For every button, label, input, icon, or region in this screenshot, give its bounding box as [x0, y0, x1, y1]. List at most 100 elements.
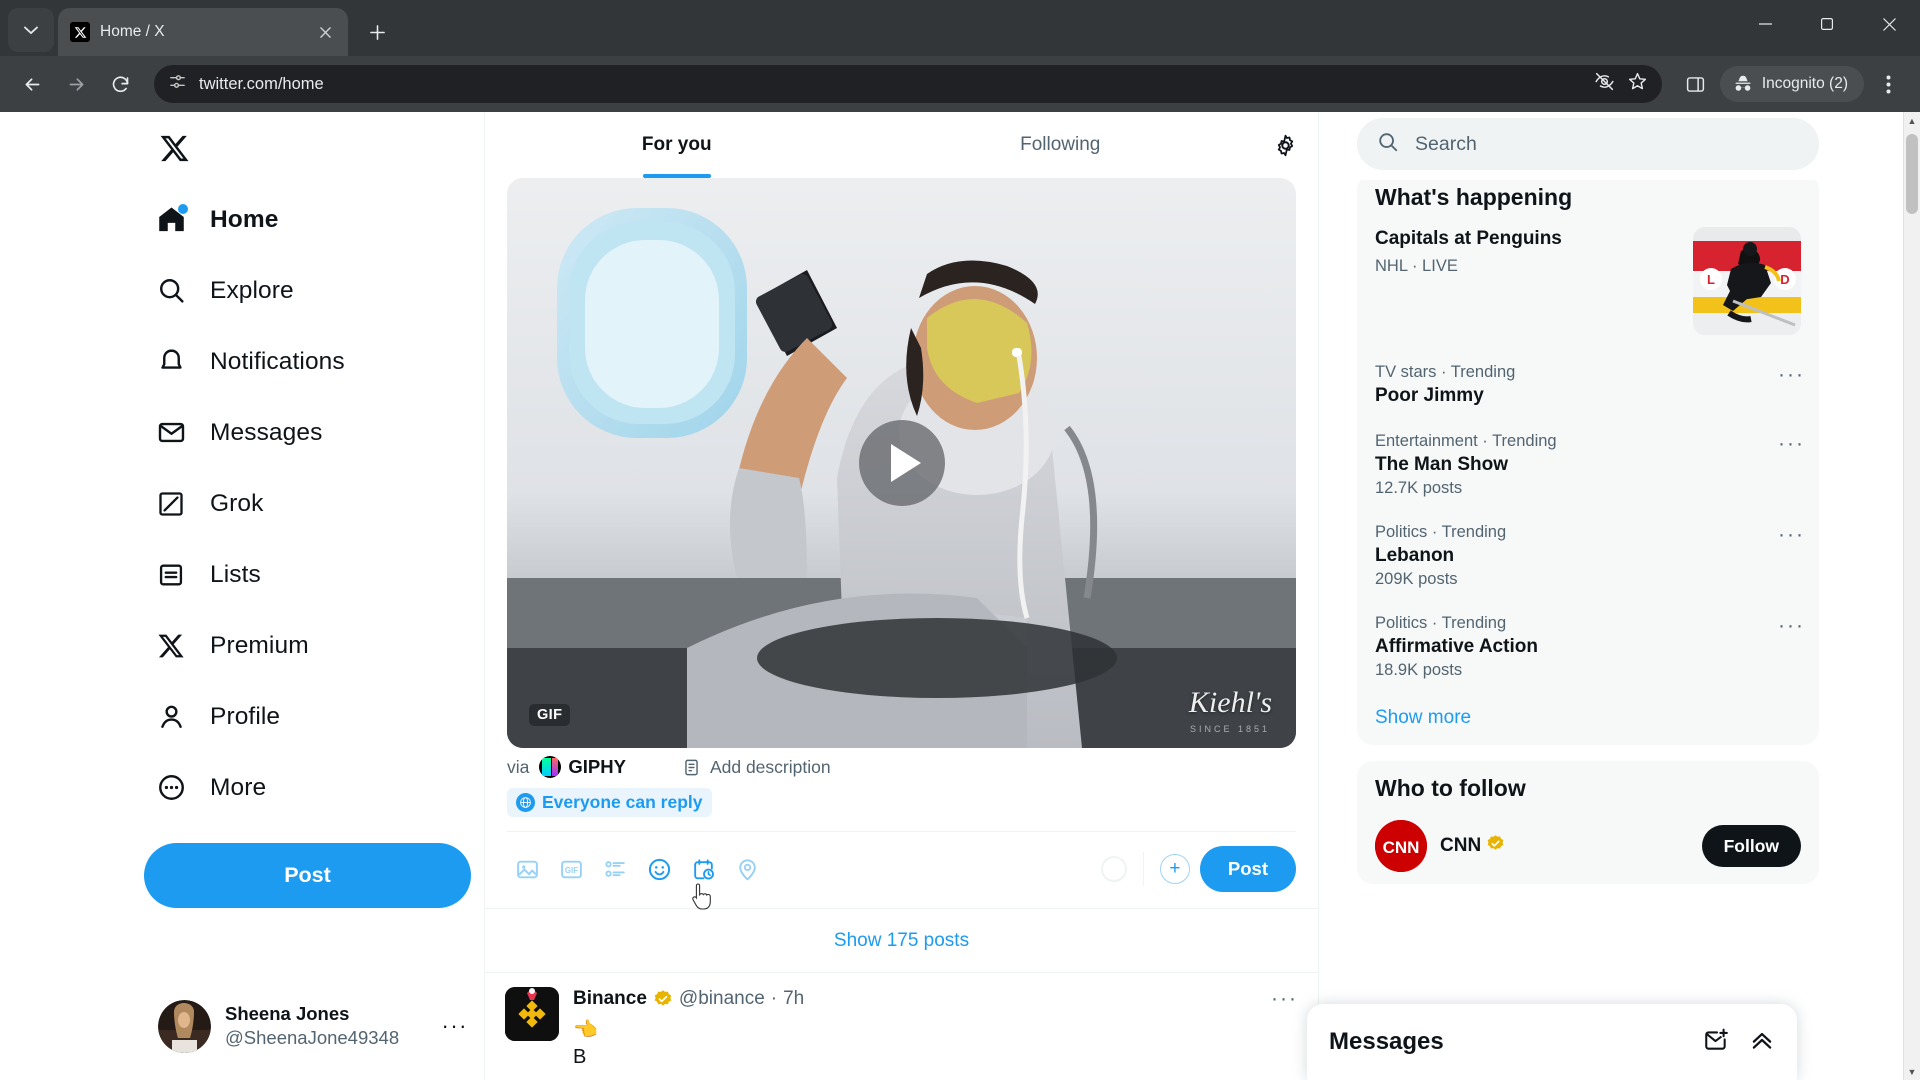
lists-icon [152, 556, 190, 594]
scroll-down-arrow[interactable]: ▼ [1904, 1063, 1920, 1080]
browser-toolbar: twitter.com/home Incognito (2) [0, 56, 1920, 112]
avatar[interactable] [505, 987, 559, 1041]
trend-item[interactable]: TV stars · Trending Poor Jimmy ··· [1357, 351, 1819, 420]
scrollbar-thumb[interactable] [1906, 134, 1918, 214]
messages-dock[interactable]: Messages [1307, 1004, 1797, 1080]
maximize-button[interactable] [1796, 0, 1858, 48]
timeline-post[interactable]: Binance @binance · 7h ··· 👈 B [485, 972, 1318, 1071]
post-more-icon[interactable]: ··· [1271, 987, 1298, 1011]
composer-toolbar: GIF + Post [485, 832, 1318, 908]
address-bar[interactable]: twitter.com/home [154, 65, 1662, 103]
window-controls [1734, 0, 1920, 48]
sidebar-item-notifications[interactable]: Notifications [144, 326, 359, 397]
giphy-icon [539, 756, 562, 778]
trend-more-icon[interactable]: ··· [1778, 363, 1805, 387]
forward-arrow-icon[interactable] [56, 64, 96, 104]
site-settings-icon[interactable] [168, 72, 187, 96]
bell-icon [152, 343, 190, 381]
reply-scope-button[interactable]: Everyone can reply [507, 788, 712, 817]
minimize-button[interactable] [1734, 0, 1796, 48]
page-scrollbar[interactable]: ▲ ▼ [1903, 112, 1920, 1080]
search-input[interactable]: Search [1357, 118, 1819, 170]
account-handle: @SheenaJone49348 [225, 1027, 400, 1048]
emoji-icon[interactable] [637, 847, 681, 891]
chevron-down-icon [24, 26, 38, 34]
trend-item[interactable]: Politics · Trending Affirmative Action 1… [1357, 602, 1819, 693]
post-author-name[interactable]: Binance [573, 988, 647, 1010]
side-panel-icon[interactable] [1676, 64, 1716, 104]
trend-more-icon[interactable]: ··· [1778, 614, 1805, 638]
new-message-icon[interactable] [1703, 1027, 1729, 1058]
chevron-up-double-icon[interactable] [1749, 1027, 1775, 1058]
account-more-icon[interactable]: ··· [442, 1013, 468, 1039]
show-more-trends-button[interactable]: Show more [1357, 693, 1819, 745]
follow-suggestion[interactable]: CNN CNN Follow [1357, 812, 1819, 884]
media-watermark: Kiehl's [1188, 686, 1272, 719]
schedule-icon[interactable] [681, 847, 725, 891]
page-viewport: Home Explore Notifications Messages Grok… [0, 112, 1920, 1080]
show-new-posts-button[interactable]: Show 175 posts [485, 908, 1318, 972]
composer-post-button[interactable]: Post [1199, 846, 1296, 892]
back-arrow-icon[interactable] [12, 64, 52, 104]
play-icon[interactable] [858, 420, 945, 506]
gear-icon[interactable] [1252, 112, 1318, 178]
sidebar-item-lists[interactable]: Lists [144, 539, 275, 610]
incognito-icon [1735, 75, 1751, 91]
sidebar-item-profile[interactable]: Profile [144, 681, 294, 752]
scroll-up-arrow[interactable]: ▲ [1904, 112, 1920, 129]
three-dot-menu-icon[interactable] [1868, 64, 1908, 104]
gif-icon[interactable]: GIF [549, 847, 593, 891]
description-icon [685, 759, 698, 775]
location-icon[interactable] [725, 847, 769, 891]
person-icon [152, 698, 190, 736]
trend-category: Entertainment · Trending [1375, 432, 1557, 450]
new-tab-button[interactable] [360, 15, 394, 49]
account-switcher[interactable]: Sheena Jones @SheenaJone49348 ··· [144, 986, 482, 1066]
image-icon[interactable] [505, 847, 549, 891]
eye-slash-icon[interactable] [1594, 71, 1615, 97]
incognito-profile-button[interactable]: Incognito (2) [1719, 66, 1864, 102]
trend-item[interactable]: Politics · Trending Lebanon 209K posts ·… [1357, 511, 1819, 602]
suggestion-name: CNN [1440, 834, 1505, 859]
whats-happening-card: What's happening Capitals at Penguins NH… [1357, 174, 1819, 745]
sidebar-item-label: Premium [210, 631, 309, 659]
sidebar-item-messages[interactable]: Messages [144, 397, 336, 468]
tab-following[interactable]: Following [869, 112, 1253, 178]
svg-text:L: L [1707, 272, 1715, 287]
trend-name: The Man Show [1375, 454, 1508, 475]
sidebar-post-button[interactable]: Post [144, 843, 471, 908]
poll-icon[interactable] [593, 847, 637, 891]
post-timestamp: 7h [783, 988, 805, 1009]
featured-trend-meta: NHL · LIVE [1375, 256, 1458, 275]
timeline-column: For you Following GIF Kiehl's SINCE 1851… [484, 112, 1319, 1080]
sidebar-item-explore[interactable]: Explore [144, 255, 308, 326]
add-post-button[interactable]: + [1159, 854, 1190, 884]
add-description-button[interactable]: Add description [682, 757, 831, 778]
tab-for-you[interactable]: For you [485, 112, 869, 178]
post-author-handle: @binance [678, 988, 765, 1009]
avatar: CNN [1375, 820, 1427, 872]
featured-trend[interactable]: Capitals at Penguins NHL · LIVE L D [1357, 217, 1819, 351]
sidebar-item-home[interactable]: Home [144, 184, 292, 255]
giphy-label: GIPHY [568, 756, 626, 777]
star-icon[interactable] [1627, 71, 1648, 97]
trend-item[interactable]: Entertainment · Trending The Man Show 12… [1357, 420, 1819, 511]
trend-more-icon[interactable]: ··· [1778, 432, 1805, 456]
sidebar-item-premium[interactable]: Premium [144, 610, 323, 681]
composer-media-preview[interactable]: GIF Kiehl's SINCE 1851 [507, 178, 1296, 748]
suggestion-display-name: CNN [1440, 835, 1482, 856]
url-text: twitter.com/home [199, 74, 324, 93]
close-window-button[interactable] [1858, 0, 1920, 48]
tab-close-icon[interactable] [314, 21, 336, 43]
trend-more-icon[interactable]: ··· [1778, 523, 1805, 547]
browser-window: Home / X twitter.com/home Incognito (2) … [0, 0, 1920, 1080]
sidebar-item-more[interactable]: More [144, 752, 280, 823]
x-logo-icon[interactable] [144, 118, 204, 178]
browser-tab[interactable]: Home / X [58, 8, 348, 56]
reload-icon[interactable] [100, 64, 140, 104]
follow-button[interactable]: Follow [1701, 825, 1801, 867]
trend-post-count: 18.9K posts [1375, 661, 1463, 679]
sidebar-item-grok[interactable]: Grok [144, 468, 278, 539]
tab-search-button[interactable] [8, 8, 54, 52]
featured-trend-name: Capitals at Penguins [1375, 228, 1562, 249]
